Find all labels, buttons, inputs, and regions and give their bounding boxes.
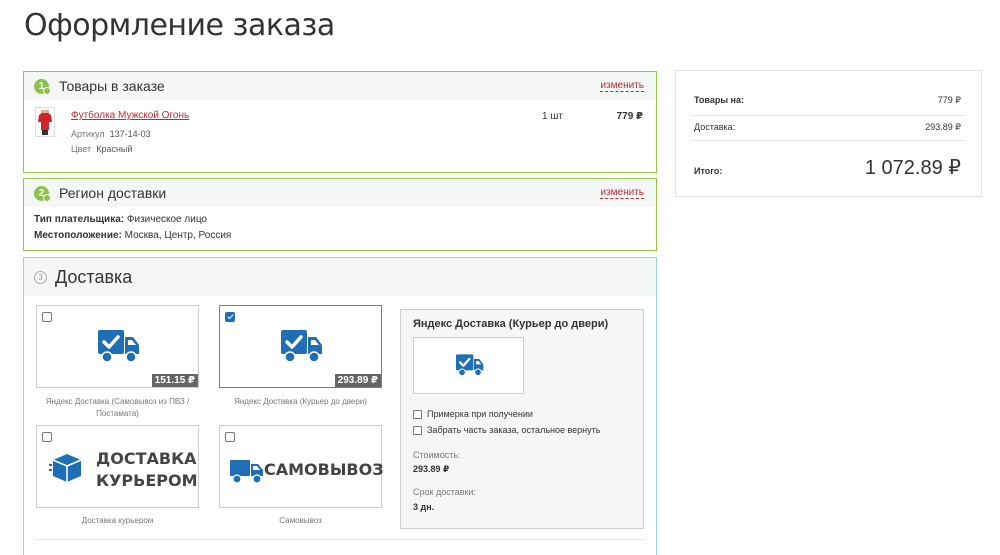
partial-return-option[interactable]: Забрать часть заказа, остальное вернуть (413, 425, 600, 435)
page-title: Оформление заказа (24, 8, 335, 43)
total-value: 1 072.89 ₽ (864, 157, 961, 179)
delivery-option-checkbox[interactable] (42, 432, 52, 442)
product-article: Артикул 137-14-03 (71, 129, 151, 139)
delivery-value: 293.89 ₽ (925, 122, 961, 132)
delivery-detail-title: Яндекс Доставка (Курьер до двери) (413, 318, 609, 330)
goods-label: Товары на: (694, 95, 744, 105)
courier-label: ДОСТАВКА КУРЬЕРОМ (96, 448, 198, 492)
color-value: Красный (96, 144, 133, 154)
region-section: 2 Регион доставки изменить Тип плательщи… (23, 178, 657, 251)
delivery-option-pickup[interactable]: САМОВЫВОЗ (219, 425, 384, 508)
partial-return-checkbox[interactable] (413, 425, 422, 435)
delivery-detail-panel: Яндекс Доставка (Курьер до двери) Пример… (400, 309, 644, 529)
delivery-truck-icon (456, 354, 484, 377)
cart-section: 1 Товары в заказе изменить Футболка Мужс… (23, 71, 657, 173)
delivery-option-price: 151.15 ₽ (151, 374, 198, 387)
delivery-section-header: 3 Доставка (24, 258, 656, 296)
goods-value: 779 ₽ (937, 95, 961, 105)
delivery-detail-image (413, 337, 524, 394)
caption-line: Постамата) (96, 409, 139, 418)
summary-divider (692, 140, 965, 141)
payer-type: Тип плательщика: Физическое лицо (34, 214, 207, 225)
term-value: 3 дн. (413, 502, 435, 512)
product-price: 779 ₽ (616, 111, 643, 122)
fitting-option[interactable]: Примерка при получении (413, 409, 533, 419)
delivery-option-caption: Яндекс Доставка (Курьер до двери) (219, 396, 382, 408)
region-edit-link[interactable]: изменить (600, 187, 644, 199)
payer-type-label: Тип плательщика: (34, 214, 125, 225)
location-label: Местоположение: (34, 230, 122, 241)
step-2-badge: 2 (34, 185, 51, 202)
delivery-truck-icon (98, 330, 139, 363)
summary-divider (692, 115, 965, 116)
caption-line: Яндекс Доставка (Самовывоз из ПВЗ / (45, 397, 190, 406)
summary-total-row: Итого: 1 072.89 ₽ (694, 155, 961, 180)
delivery-option-caption: Самовывоз (279, 516, 322, 525)
order-summary: Товары на: 779 ₽ Доставка: 293.89 ₽ Итог… (675, 70, 982, 197)
fitting-checkbox[interactable] (413, 409, 422, 419)
article-value: 137-14-03 (109, 129, 151, 139)
delivery-truck-icon (281, 330, 322, 363)
cart-section-header: 1 Товары в заказе изменить (24, 72, 656, 100)
term-label: Срок доставки: (413, 487, 476, 497)
delivery-option-checkbox-checked[interactable] (225, 312, 235, 322)
courier-label-line: ДОСТАВКА (96, 449, 197, 468)
cart-section-title: Товары в заказе (59, 78, 165, 94)
product-quantity: 1 шт (542, 111, 563, 122)
section-divider (36, 539, 644, 540)
article-label: Артикул (71, 129, 105, 139)
payer-type-value: Физическое лицо (126, 214, 207, 225)
delivery-option-yandex-courier[interactable]: 293.89 ₽ (219, 305, 382, 388)
product-name-link[interactable]: Футболка Мужской Огонь (71, 110, 189, 121)
summary-delivery-row: Доставка: 293.89 ₽ (694, 122, 961, 133)
color-label: Цвет (71, 144, 92, 154)
cost-value: 293.89 ₽ (413, 464, 450, 474)
delivery-option-yandex-pickup[interactable]: 151.15 ₽ (36, 305, 199, 388)
delivery-label: Доставка: (694, 122, 736, 132)
region-section-header: 2 Регион доставки изменить (24, 179, 656, 207)
location-value: Москва, Центр, Россия (124, 230, 232, 241)
delivery-option-checkbox[interactable] (225, 432, 235, 442)
total-label: Итого: (694, 166, 723, 176)
cost-label: Стоимость: (413, 450, 461, 460)
region-section-title: Регион доставки (59, 185, 167, 201)
caption-line: Яндекс Доставка (Курьер до двери) (234, 397, 367, 406)
delivery-option-price: 293.89 ₽ (334, 374, 381, 387)
package-box-icon (49, 454, 82, 482)
fitting-label: Примерка при получении (427, 409, 533, 419)
product-thumbnail[interactable] (35, 107, 55, 137)
cart-item: Футболка Мужской Огонь Артикул 137-14-03… (24, 100, 656, 174)
pickup-label: САМОВЫВОЗ (264, 460, 384, 479)
partial-return-label: Забрать часть заказа, остальное вернуть (427, 425, 601, 435)
delivery-option-caption: Яндекс Доставка (Самовывоз из ПВЗ / Пост… (36, 396, 199, 420)
location: Местоположение: Москва, Центр, Россия (34, 230, 231, 241)
delivery-option-courier[interactable]: ДОСТАВКА КУРЬЕРОМ (36, 425, 199, 508)
truck-icon (230, 460, 263, 484)
cart-edit-link[interactable]: изменить (600, 80, 644, 92)
product-color: Цвет Красный (71, 144, 132, 154)
delivery-option-caption: Доставка курьером (81, 516, 154, 525)
tshirt-image-icon (38, 110, 52, 135)
delivery-section-title: Доставка (55, 266, 133, 287)
step-3-badge: 3 (34, 270, 47, 284)
step-1-badge: 1 (34, 78, 51, 95)
delivery-option-checkbox[interactable] (42, 312, 52, 322)
courier-label-line: КУРЬЕРОМ (96, 471, 198, 490)
summary-goods-row: Товары на: 779 ₽ (694, 95, 961, 106)
